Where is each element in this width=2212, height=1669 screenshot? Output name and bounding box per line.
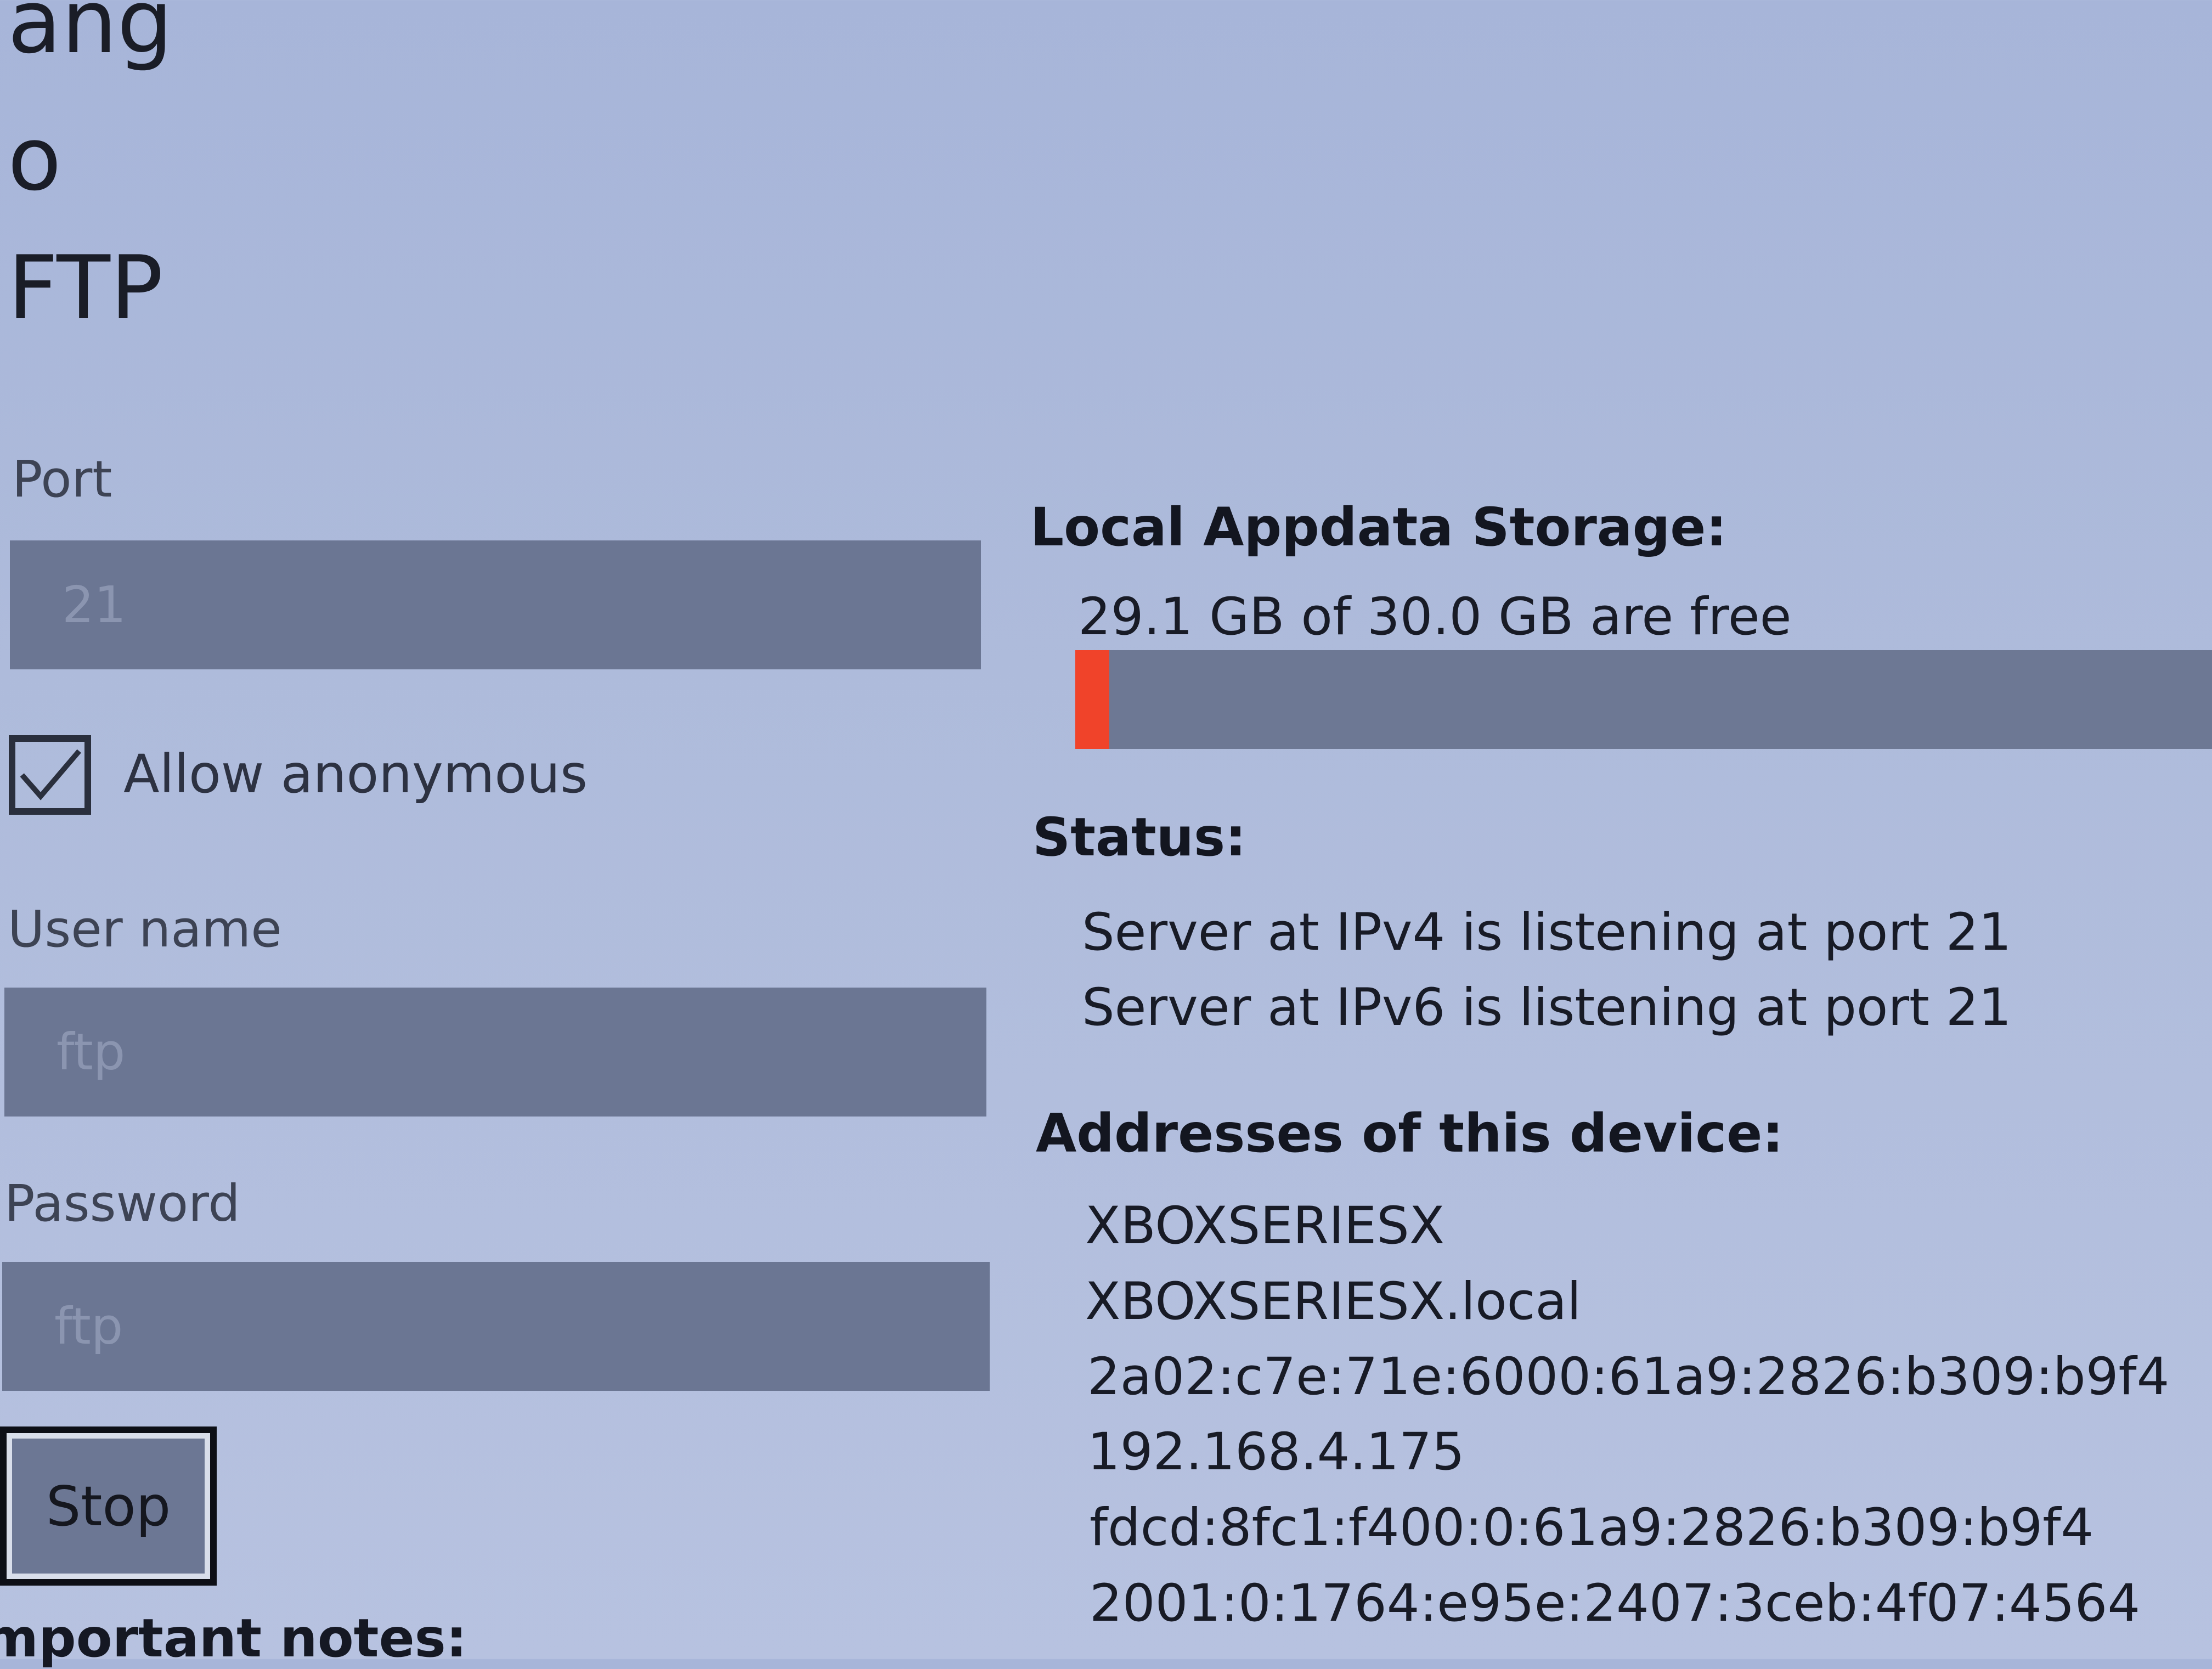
storage-progress-bar — [1075, 650, 2212, 749]
addresses-heading: Addresses of this device: — [1036, 1103, 1784, 1164]
storage-heading: Local Appdata Storage: — [1030, 497, 1727, 558]
allow-anonymous-checkbox[interactable] — [9, 735, 91, 815]
password-label: Password — [4, 1174, 240, 1233]
storage-used-fill — [1075, 650, 1110, 749]
stop-button[interactable]: Stop — [0, 1426, 217, 1586]
port-input[interactable] — [10, 540, 981, 669]
app-title-line-1: ang — [8, 0, 173, 73]
address-item: XBOXSERIESX — [1085, 1196, 1445, 1256]
address-item: XBOXSERIESX.local — [1085, 1272, 1582, 1332]
password-input[interactable] — [2, 1262, 990, 1391]
address-item: fdcd:8fc1:f400:0:61a9:2826:b309:b9f4 — [1090, 1498, 2094, 1558]
address-item: 192.168.4.175 — [1087, 1422, 1465, 1482]
status-line-ipv6: Server at IPv6 is listening at port 21 — [1082, 978, 2012, 1038]
address-item: 2001:0:1764:e95e:2407:3ceb:4f07:4564 — [1090, 1574, 2141, 1633]
port-label: Port — [12, 450, 112, 509]
app-title-line-2: o — [8, 108, 61, 210]
username-label: User name — [8, 900, 282, 958]
username-input[interactable] — [4, 988, 986, 1117]
status-heading: Status: — [1032, 807, 1246, 868]
allow-anonymous-label: Allow anonymous — [123, 743, 588, 805]
checkmark-icon — [20, 749, 81, 800]
app-title-line-3: FTP — [8, 236, 163, 339]
status-line-ipv4: Server at IPv4 is listening at port 21 — [1082, 903, 2012, 962]
storage-free-text: 29.1 GB of 30.0 GB are free — [1078, 587, 1792, 647]
address-item: 2a02:c7e:71e:6000:61a9:2826:b309:b9f4 — [1087, 1347, 2170, 1407]
important-notes-heading: mportant notes: — [0, 1608, 467, 1669]
